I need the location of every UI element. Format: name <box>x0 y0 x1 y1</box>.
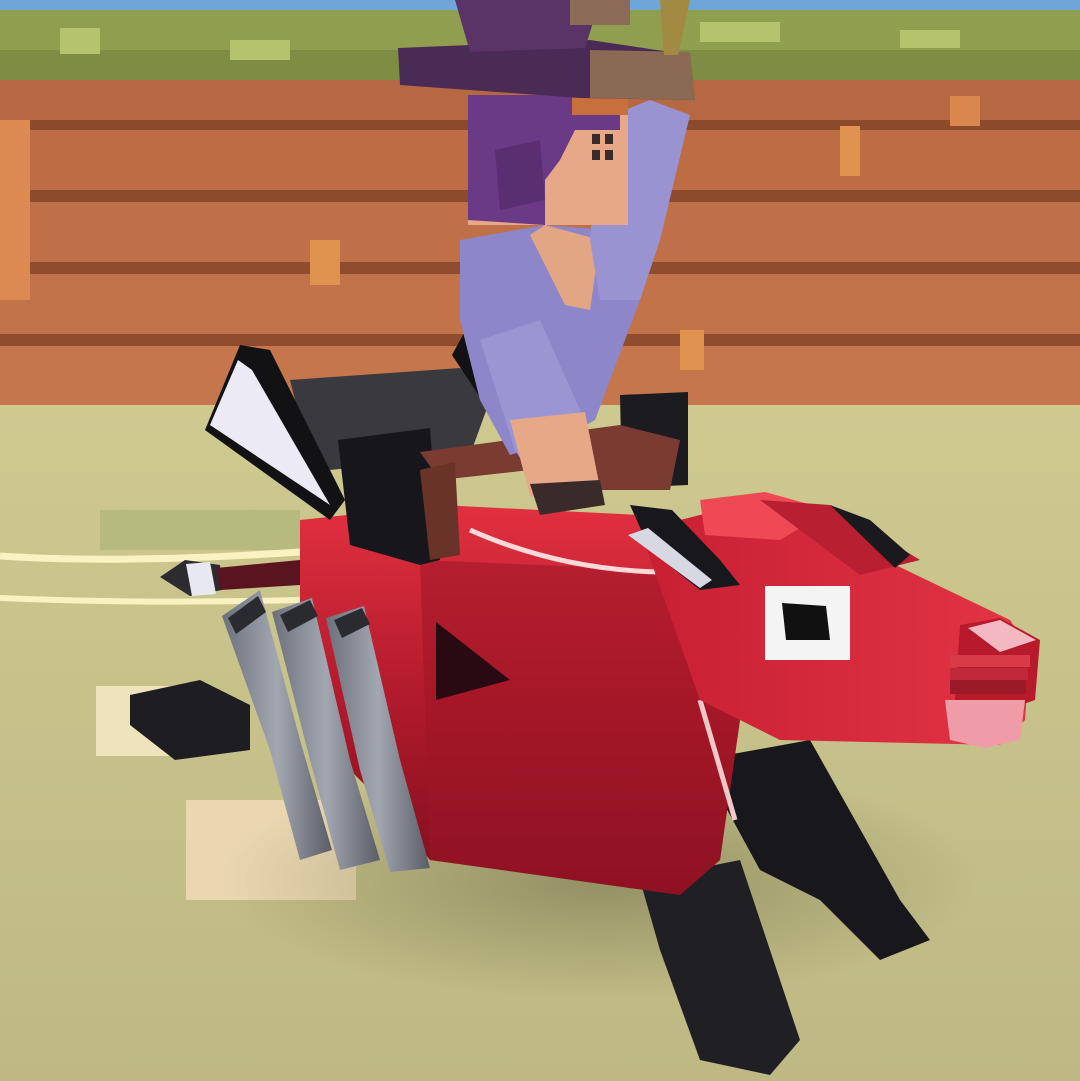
rider-head <box>468 95 628 225</box>
game-scene <box>0 0 1080 1081</box>
mount-pupil <box>782 603 830 640</box>
scene-canvas <box>0 0 1080 1081</box>
